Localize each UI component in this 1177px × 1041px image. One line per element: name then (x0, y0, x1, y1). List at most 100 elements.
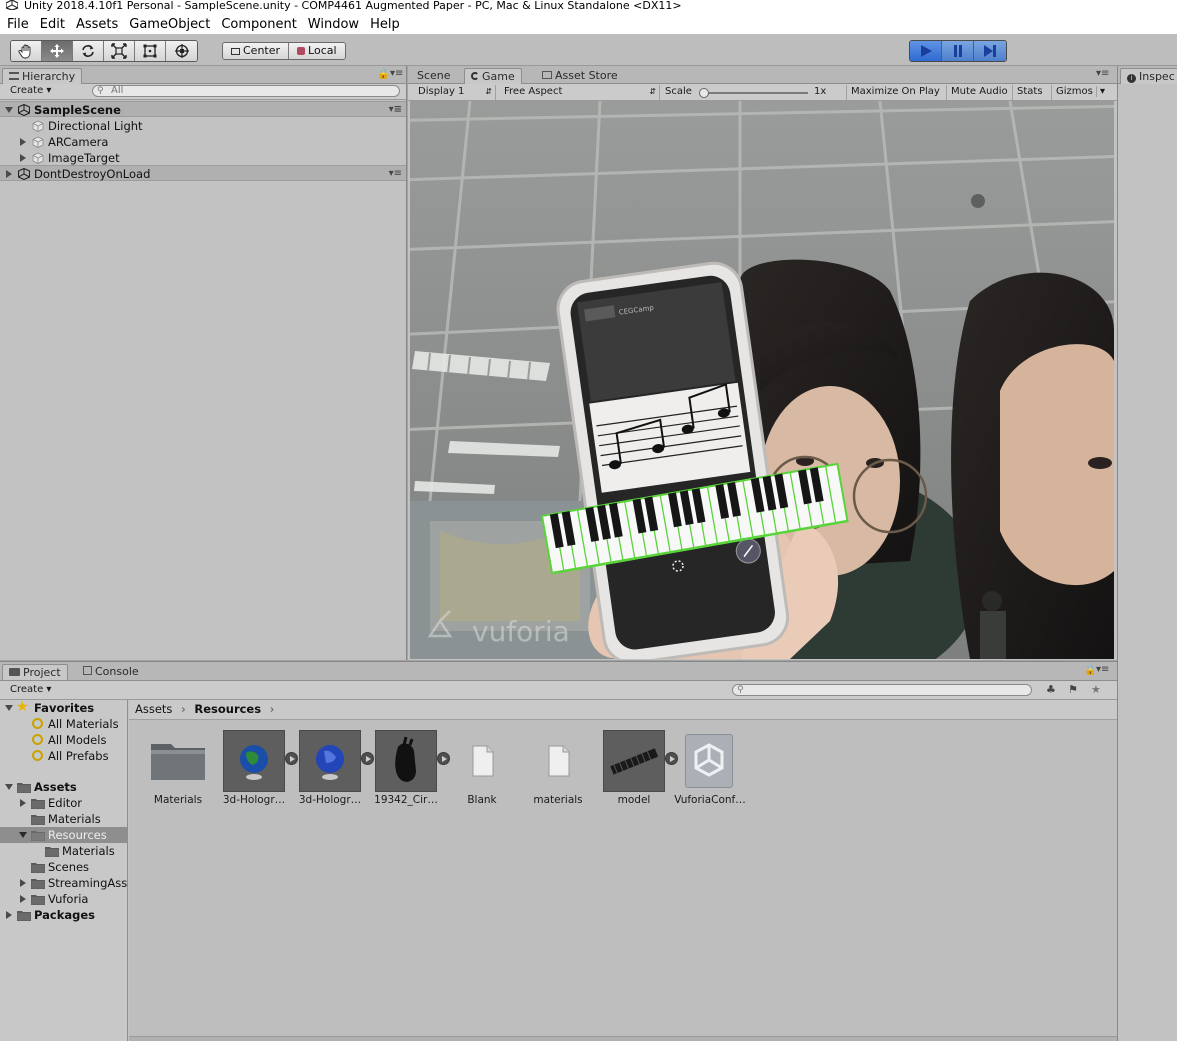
game-view-render[interactable]: CEGCamp vuforia (410, 101, 1114, 659)
scene-row-samplescene[interactable]: SampleScene ▾≡ (0, 101, 406, 117)
panel-menu-icon[interactable]: ▾≡ (1096, 68, 1109, 79)
asset-folder-materials[interactable]: Materials (133, 730, 209, 820)
rect-tool-button[interactable] (135, 41, 166, 61)
aspect-dropdown[interactable]: Free Aspect ⇵ (500, 85, 660, 100)
favorite-star-icon[interactable]: ★ (1091, 683, 1101, 696)
hierarchy-search-input[interactable]: ⚲ All (92, 85, 400, 97)
asset-vuforia-configuration[interactable]: VuforiaConf… (665, 730, 746, 820)
asset-materials-file[interactable]: materials (513, 730, 589, 820)
tree-folder-vuforia[interactable]: Vuforia (0, 891, 127, 907)
move-tool-button[interactable] (42, 41, 73, 61)
step-button[interactable] (974, 41, 1006, 61)
play-button[interactable] (910, 41, 942, 61)
lock-icon[interactable]: 🔒 (377, 69, 389, 80)
gizmos-dropdown[interactable]: Gizmos ▾ (1051, 85, 1109, 100)
tree-favorite-all-prefabs[interactable]: All Prefabs (0, 748, 127, 764)
asset-blank[interactable]: Blank (437, 730, 513, 820)
stats-label: Stats (1017, 86, 1043, 97)
tree-folder-scenes[interactable]: Scenes (0, 859, 127, 875)
tree-folder-streamingassets[interactable]: StreamingAss (0, 875, 127, 891)
scene-menu-icon[interactable]: ▾≡ (389, 166, 402, 182)
asset-19342-model[interactable]: 19342_Cir… (361, 730, 450, 820)
hierarchy-create-dropdown[interactable]: Create ▾ (6, 84, 55, 99)
step-icon (984, 45, 996, 57)
tree-favorite-all-models[interactable]: All Models (0, 732, 127, 748)
project-search-input[interactable]: ⚲ (732, 684, 1032, 696)
pivot-center-toggle[interactable]: Center (223, 43, 290, 59)
scale-slider-track[interactable] (700, 92, 808, 94)
project-panel: Project Console 🔒 ▾≡ Create ▾ ⚲ ♣ ⚑ ★ ★ … (0, 661, 1117, 1041)
globe-model-icon (316, 745, 344, 780)
asset-model[interactable]: model (589, 730, 678, 820)
stats-toggle[interactable]: Stats (1012, 85, 1047, 100)
maximize-on-play-toggle[interactable]: Maximize On Play (846, 85, 944, 100)
tree-folder-materials[interactable]: Materials (0, 811, 127, 827)
tab-project[interactable]: Project (2, 664, 68, 680)
expand-arrow-icon[interactable] (20, 799, 26, 807)
filter-by-type-icon[interactable]: ♣ (1046, 683, 1056, 696)
tree-favorite-all-materials[interactable]: All Materials (0, 716, 127, 732)
menu-file[interactable]: File (3, 14, 33, 35)
tree-folder-resources-materials[interactable]: Materials (0, 843, 127, 859)
scale-tool-button[interactable] (104, 41, 135, 61)
hierarchy-item-imagetarget[interactable]: ImageTarget (0, 150, 406, 166)
expand-arrow-icon[interactable] (6, 911, 12, 919)
expand-arrow-icon[interactable] (5, 107, 13, 113)
asset-3d-hologram-1[interactable]: 3d-Hologr… (209, 730, 298, 820)
hierarchy-toolbar: Create ▾ ⚲ All (0, 84, 406, 100)
expand-arrow-icon[interactable] (20, 879, 26, 887)
tab-asset-store[interactable]: Asset Store (536, 68, 624, 84)
hierarchy-item-arcamera[interactable]: ARCamera (0, 134, 406, 150)
menu-window[interactable]: Window (304, 14, 363, 35)
panel-menu-icon[interactable]: ▾≡ (1096, 664, 1109, 675)
pause-button[interactable] (942, 41, 974, 61)
breadcrumb-assets[interactable]: Assets (135, 702, 172, 716)
scale-slider-thumb[interactable] (699, 88, 709, 98)
folder-icon (17, 783, 31, 793)
expand-arrow-icon[interactable] (5, 705, 13, 711)
hand-tool-button[interactable] (11, 41, 42, 61)
tree-assets[interactable]: Assets (0, 779, 127, 795)
expand-arrow-icon[interactable] (6, 170, 12, 178)
filter-by-label-icon[interactable]: ⚑ (1068, 683, 1078, 696)
breadcrumb-resources[interactable]: Resources (194, 702, 261, 716)
menu-help[interactable]: Help (366, 14, 404, 35)
expand-arrow-icon[interactable] (20, 138, 26, 146)
tab-hierarchy[interactable]: Hierarchy (2, 68, 83, 84)
panel-menu-icon[interactable]: ▾≡ (390, 68, 403, 79)
hierarchy-item-directional-light[interactable]: Directional Light (0, 118, 406, 134)
tab-scene[interactable]: Scene (411, 68, 457, 84)
rotate-tool-button[interactable] (73, 41, 104, 61)
globe-model-icon (240, 745, 268, 780)
expand-arrow-icon[interactable] (20, 154, 26, 162)
tree-folder-editor[interactable]: Editor (0, 795, 127, 811)
play-controls (909, 40, 1007, 62)
tab-inspector-label: Inspec (1139, 70, 1175, 83)
menu-edit[interactable]: Edit (36, 14, 69, 35)
scene-row-dontdestroyonload[interactable]: DontDestroyOnLoad ▾≡ (0, 165, 406, 181)
tab-console[interactable]: Console (77, 664, 145, 680)
hierarchy-tab-strip: Hierarchy 🔒 ▾≡ (0, 66, 406, 84)
tree-packages[interactable]: Packages (0, 907, 127, 923)
pivot-local-toggle[interactable]: Local (289, 43, 345, 59)
menu-gameobject[interactable]: GameObject (125, 14, 214, 35)
folder-label: Resources (48, 828, 107, 842)
menu-assets[interactable]: Assets (72, 14, 122, 35)
tab-inspector[interactable]: i Inspec (1120, 68, 1177, 84)
menu-component[interactable]: Component (217, 14, 300, 35)
transform-tool-button[interactable] (166, 41, 197, 61)
project-create-dropdown[interactable]: Create ▾ (6, 683, 55, 698)
tree-folder-resources[interactable]: Resources (0, 827, 127, 843)
tab-game[interactable]: Game (464, 68, 522, 84)
expand-arrow-icon[interactable] (5, 784, 13, 790)
expand-arrow-icon[interactable] (19, 832, 27, 838)
scene-menu-icon[interactable]: ▾≡ (389, 102, 402, 118)
asset-thumbnail (685, 734, 733, 788)
asset-3d-hologram-2[interactable]: 3d-Hologr… (285, 730, 374, 820)
mute-audio-toggle[interactable]: Mute Audio (946, 85, 1012, 100)
asset-thumbnail (603, 730, 665, 792)
tree-favorites[interactable]: ★ Favorites (0, 700, 127, 716)
lock-icon[interactable]: 🔒 (1084, 665, 1096, 676)
expand-arrow-icon[interactable] (20, 895, 26, 903)
display-dropdown[interactable]: Display 1 ⇵ (414, 85, 496, 100)
